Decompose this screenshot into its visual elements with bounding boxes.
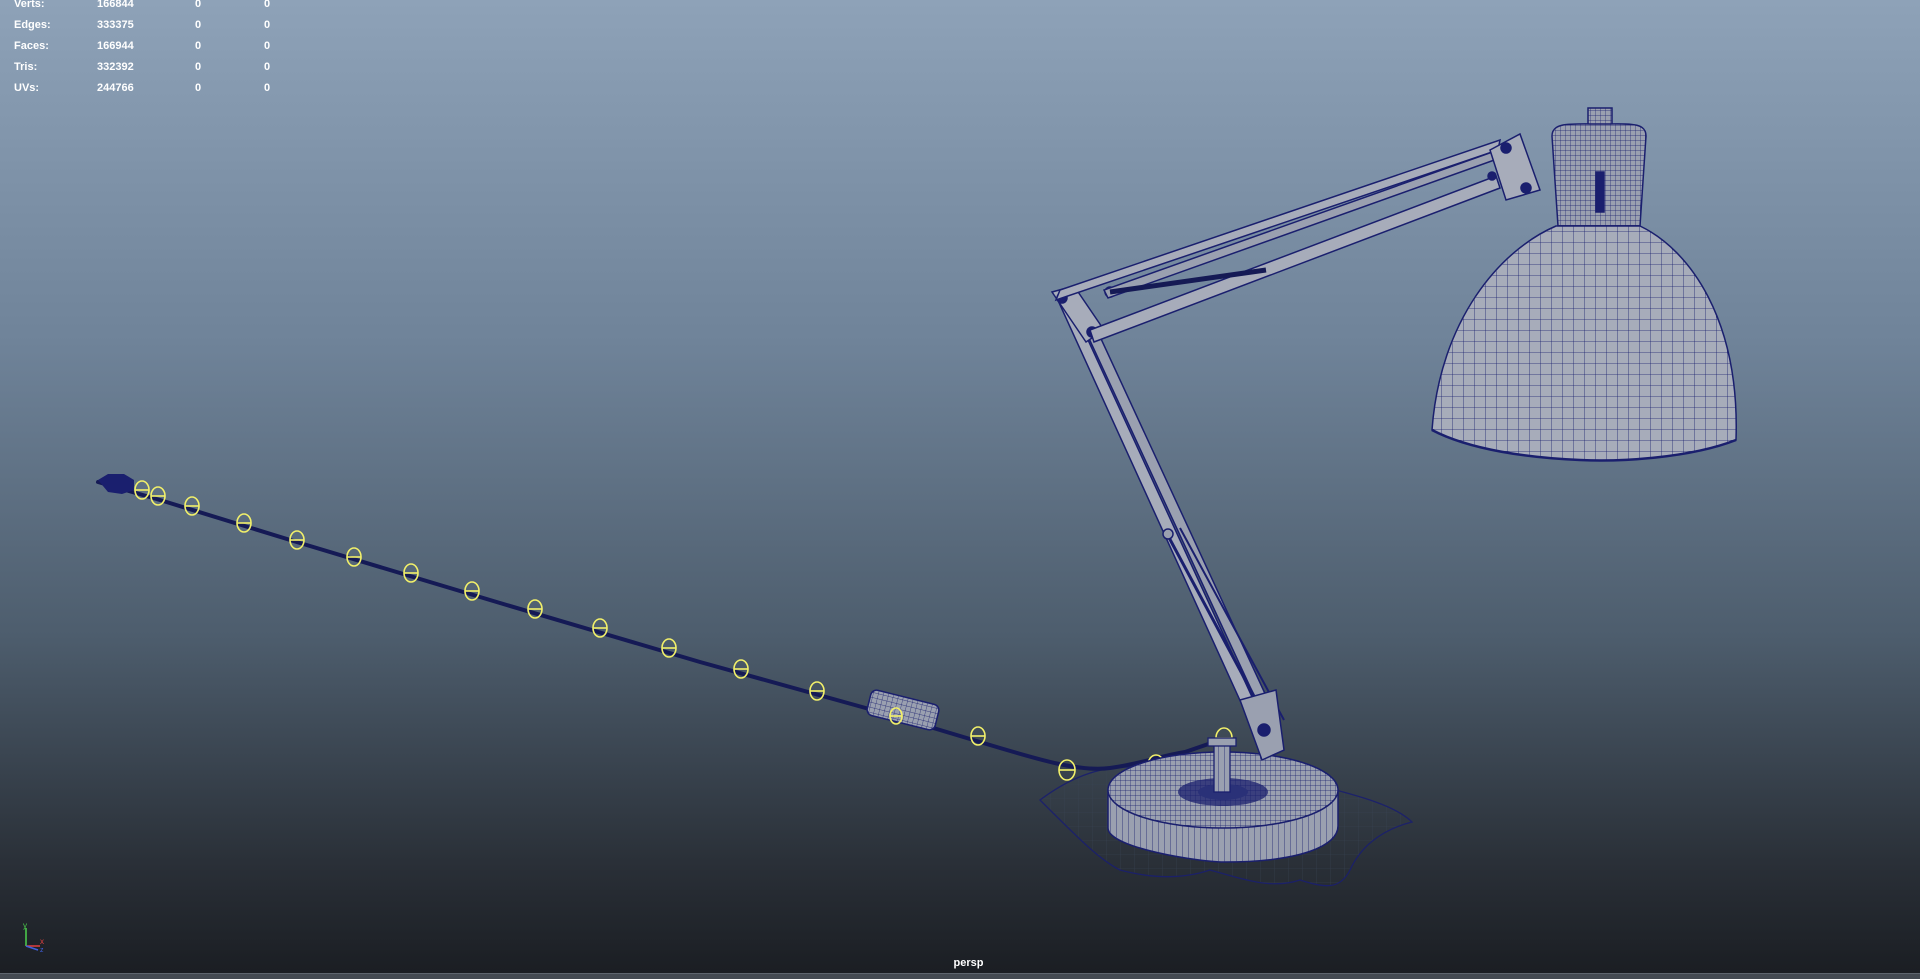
camera-name-label: persp <box>953 957 984 969</box>
viewport-bottom-border <box>0 973 1920 979</box>
ctrl-ring[interactable] <box>150 486 166 506</box>
axis-x-label: x <box>40 937 44 946</box>
ctrl-ring[interactable] <box>464 581 480 601</box>
3d-viewport[interactable]: Verts: 166844 0 0 Edges: 333375 0 0 Face… <box>0 0 1920 979</box>
cable-control-curves[interactable] <box>134 480 1233 781</box>
lamp-scene <box>96 107 1737 887</box>
lamp-lower-arm[interactable] <box>1054 291 1285 762</box>
axis-z-label: z <box>40 947 44 952</box>
view-axis-gizmo: y x z <box>16 920 56 954</box>
ctrl-ring[interactable] <box>289 530 305 550</box>
ctrl-ring[interactable] <box>809 681 825 701</box>
power-cable[interactable] <box>96 474 1222 771</box>
ctrl-ring[interactable] <box>403 563 419 583</box>
lamp-base[interactable] <box>1107 737 1339 863</box>
ctrl-ring[interactable] <box>184 496 200 516</box>
axis-y-label: y <box>23 921 27 930</box>
ctrl-ring[interactable] <box>236 513 252 533</box>
ctrl-ring[interactable] <box>346 547 362 567</box>
ctrl-ring[interactable] <box>1058 759 1076 781</box>
